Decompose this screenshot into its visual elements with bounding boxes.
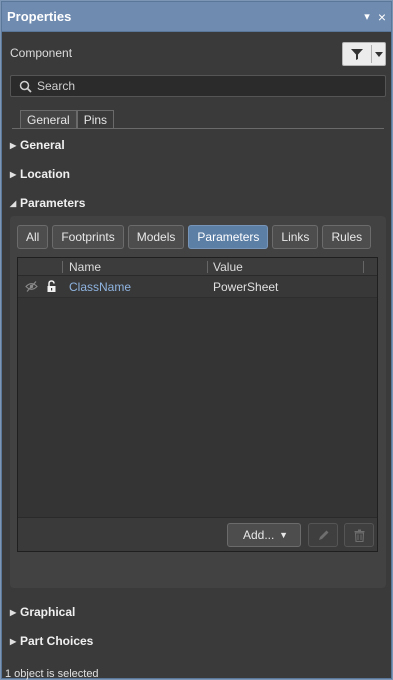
- tab-divider: [12, 128, 384, 129]
- section-general[interactable]: ▶ General: [10, 138, 65, 152]
- column-divider: [62, 261, 63, 273]
- section-parameters-label: Parameters: [20, 196, 86, 210]
- close-icon[interactable]: ×: [375, 10, 389, 24]
- status-text: 1 object is selected: [5, 668, 99, 680]
- filter-footprints-button[interactable]: Footprints: [52, 225, 124, 249]
- section-part-choices[interactable]: ▶ Part Choices: [10, 634, 93, 648]
- filter-links-button[interactable]: Links: [272, 225, 319, 249]
- filter-icon: [351, 49, 363, 60]
- eye-hidden-icon[interactable]: [25, 280, 38, 293]
- parameter-filter-bar: All Footprints Models Parameters Links R…: [17, 225, 375, 249]
- expand-icon: ▶: [10, 607, 17, 617]
- filter-dropdown[interactable]: [373, 43, 385, 65]
- section-part-choices-label: Part Choices: [20, 634, 94, 648]
- search-input[interactable]: Search: [10, 75, 386, 97]
- collapse-icon: ◢: [10, 198, 17, 208]
- chevron-down-icon: [375, 52, 383, 57]
- table-header: Name Value: [18, 258, 377, 276]
- object-type-label: Component: [10, 46, 73, 60]
- table-actions-bar: Add... ▼: [18, 517, 377, 551]
- edit-button[interactable]: [308, 523, 338, 547]
- column-divider: [207, 261, 208, 273]
- add-button-label: Add...: [243, 528, 275, 542]
- filter-parameters-button[interactable]: Parameters: [188, 225, 269, 249]
- parameters-panel: All Footprints Models Parameters Links R…: [10, 216, 386, 588]
- filter-rules-button[interactable]: Rules: [322, 225, 372, 249]
- expand-icon: ▶: [10, 140, 17, 150]
- panel-menu-icon[interactable]: ▾: [360, 10, 374, 24]
- tab-bar: General Pins: [20, 110, 115, 129]
- search-icon: [19, 80, 32, 93]
- delete-button[interactable]: [344, 523, 374, 547]
- parameter-name[interactable]: ClassName: [69, 280, 131, 294]
- parameter-value[interactable]: PowerSheet: [213, 280, 278, 294]
- section-general-label: General: [20, 138, 65, 152]
- table-row[interactable]: ClassName PowerSheet: [18, 276, 377, 298]
- panel-title: Properties: [7, 9, 72, 24]
- trash-icon: [354, 529, 365, 542]
- tab-general[interactable]: General: [20, 110, 77, 129]
- filter-models-button[interactable]: Models: [127, 225, 185, 249]
- tab-pins[interactable]: Pins: [76, 110, 115, 129]
- search-placeholder: Search: [37, 79, 76, 93]
- section-graphical-label: Graphical: [20, 605, 76, 619]
- section-graphical[interactable]: ▶ Graphical: [10, 605, 75, 619]
- expand-icon: ▶: [10, 636, 17, 646]
- filter-all-button[interactable]: All: [17, 225, 49, 249]
- selection-filter-button[interactable]: [342, 42, 386, 66]
- section-parameters[interactable]: ◢ Parameters: [10, 196, 85, 210]
- pencil-icon: [319, 530, 329, 540]
- chevron-down-icon: ▼: [279, 530, 288, 540]
- properties-panel: Properties ▾ × Component Search General …: [1, 1, 392, 680]
- column-header-name[interactable]: Name: [69, 260, 101, 274]
- divider: [371, 45, 372, 63]
- section-location[interactable]: ▶ Location: [10, 167, 70, 181]
- expand-icon: ▶: [10, 169, 17, 179]
- section-location-label: Location: [20, 167, 70, 181]
- unlocked-icon[interactable]: [46, 280, 57, 293]
- column-divider: [363, 261, 364, 273]
- panel-titlebar[interactable]: Properties ▾ ×: [2, 2, 391, 32]
- add-button[interactable]: Add... ▼: [227, 523, 301, 547]
- parameters-table: Name Value ClassName PowerSheet Add... ▼: [17, 257, 378, 552]
- column-header-value[interactable]: Value: [213, 260, 243, 274]
